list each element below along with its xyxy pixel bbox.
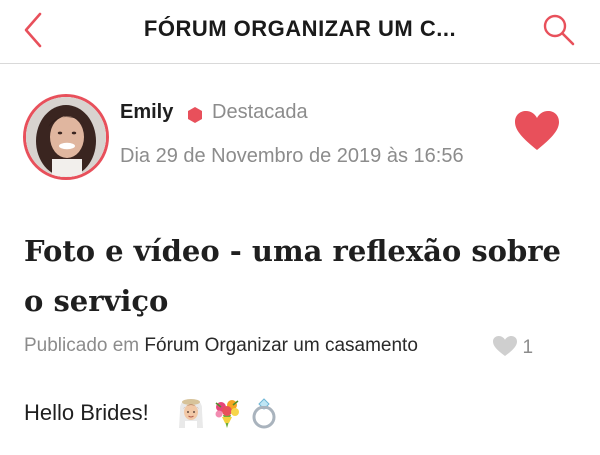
like-count: 1 [522,337,534,358]
forum-post-page: FÓRUM ORGANIZAR UM C... Emily Destacada … [0,0,600,455]
back-button[interactable] [18,10,52,50]
author-name[interactable]: Emily [120,101,173,124]
forum-link[interactable]: Fórum Organizar um casamento [144,335,418,356]
page-title: FÓRUM ORGANIZAR UM C... [143,16,457,41]
chevron-left-icon [24,12,42,48]
like-counter[interactable]: 1 [492,335,533,361]
post-title: Foto e vídeo - uma reflexão sobre o serv… [24,234,562,318]
post-body-emojis [176,397,281,431]
heart-filled-icon [515,111,559,150]
heart-outline-icon [493,336,517,356]
published-prefix: Publicado em [24,335,140,356]
published-line: Publicado em Fórum Organizar um casament… [24,335,418,361]
post-date: Dia 29 de Novembro de 2019 às 16:56 [120,145,464,167]
search-icon [543,14,575,46]
hexagon-icon [188,107,202,123]
bouquet-emoji [215,400,240,428]
like-button[interactable] [514,110,560,152]
avatar-photo [26,97,106,177]
avatar[interactable] [23,94,109,180]
top-nav-bar: FÓRUM ORGANIZAR UM C... [0,0,600,64]
ring-emoji [252,398,276,429]
bride-emoji [179,399,203,428]
featured-badge-label: Destacada [212,101,308,123]
post-body-text: Hello Brides! [24,400,149,425]
search-button[interactable] [540,10,578,50]
